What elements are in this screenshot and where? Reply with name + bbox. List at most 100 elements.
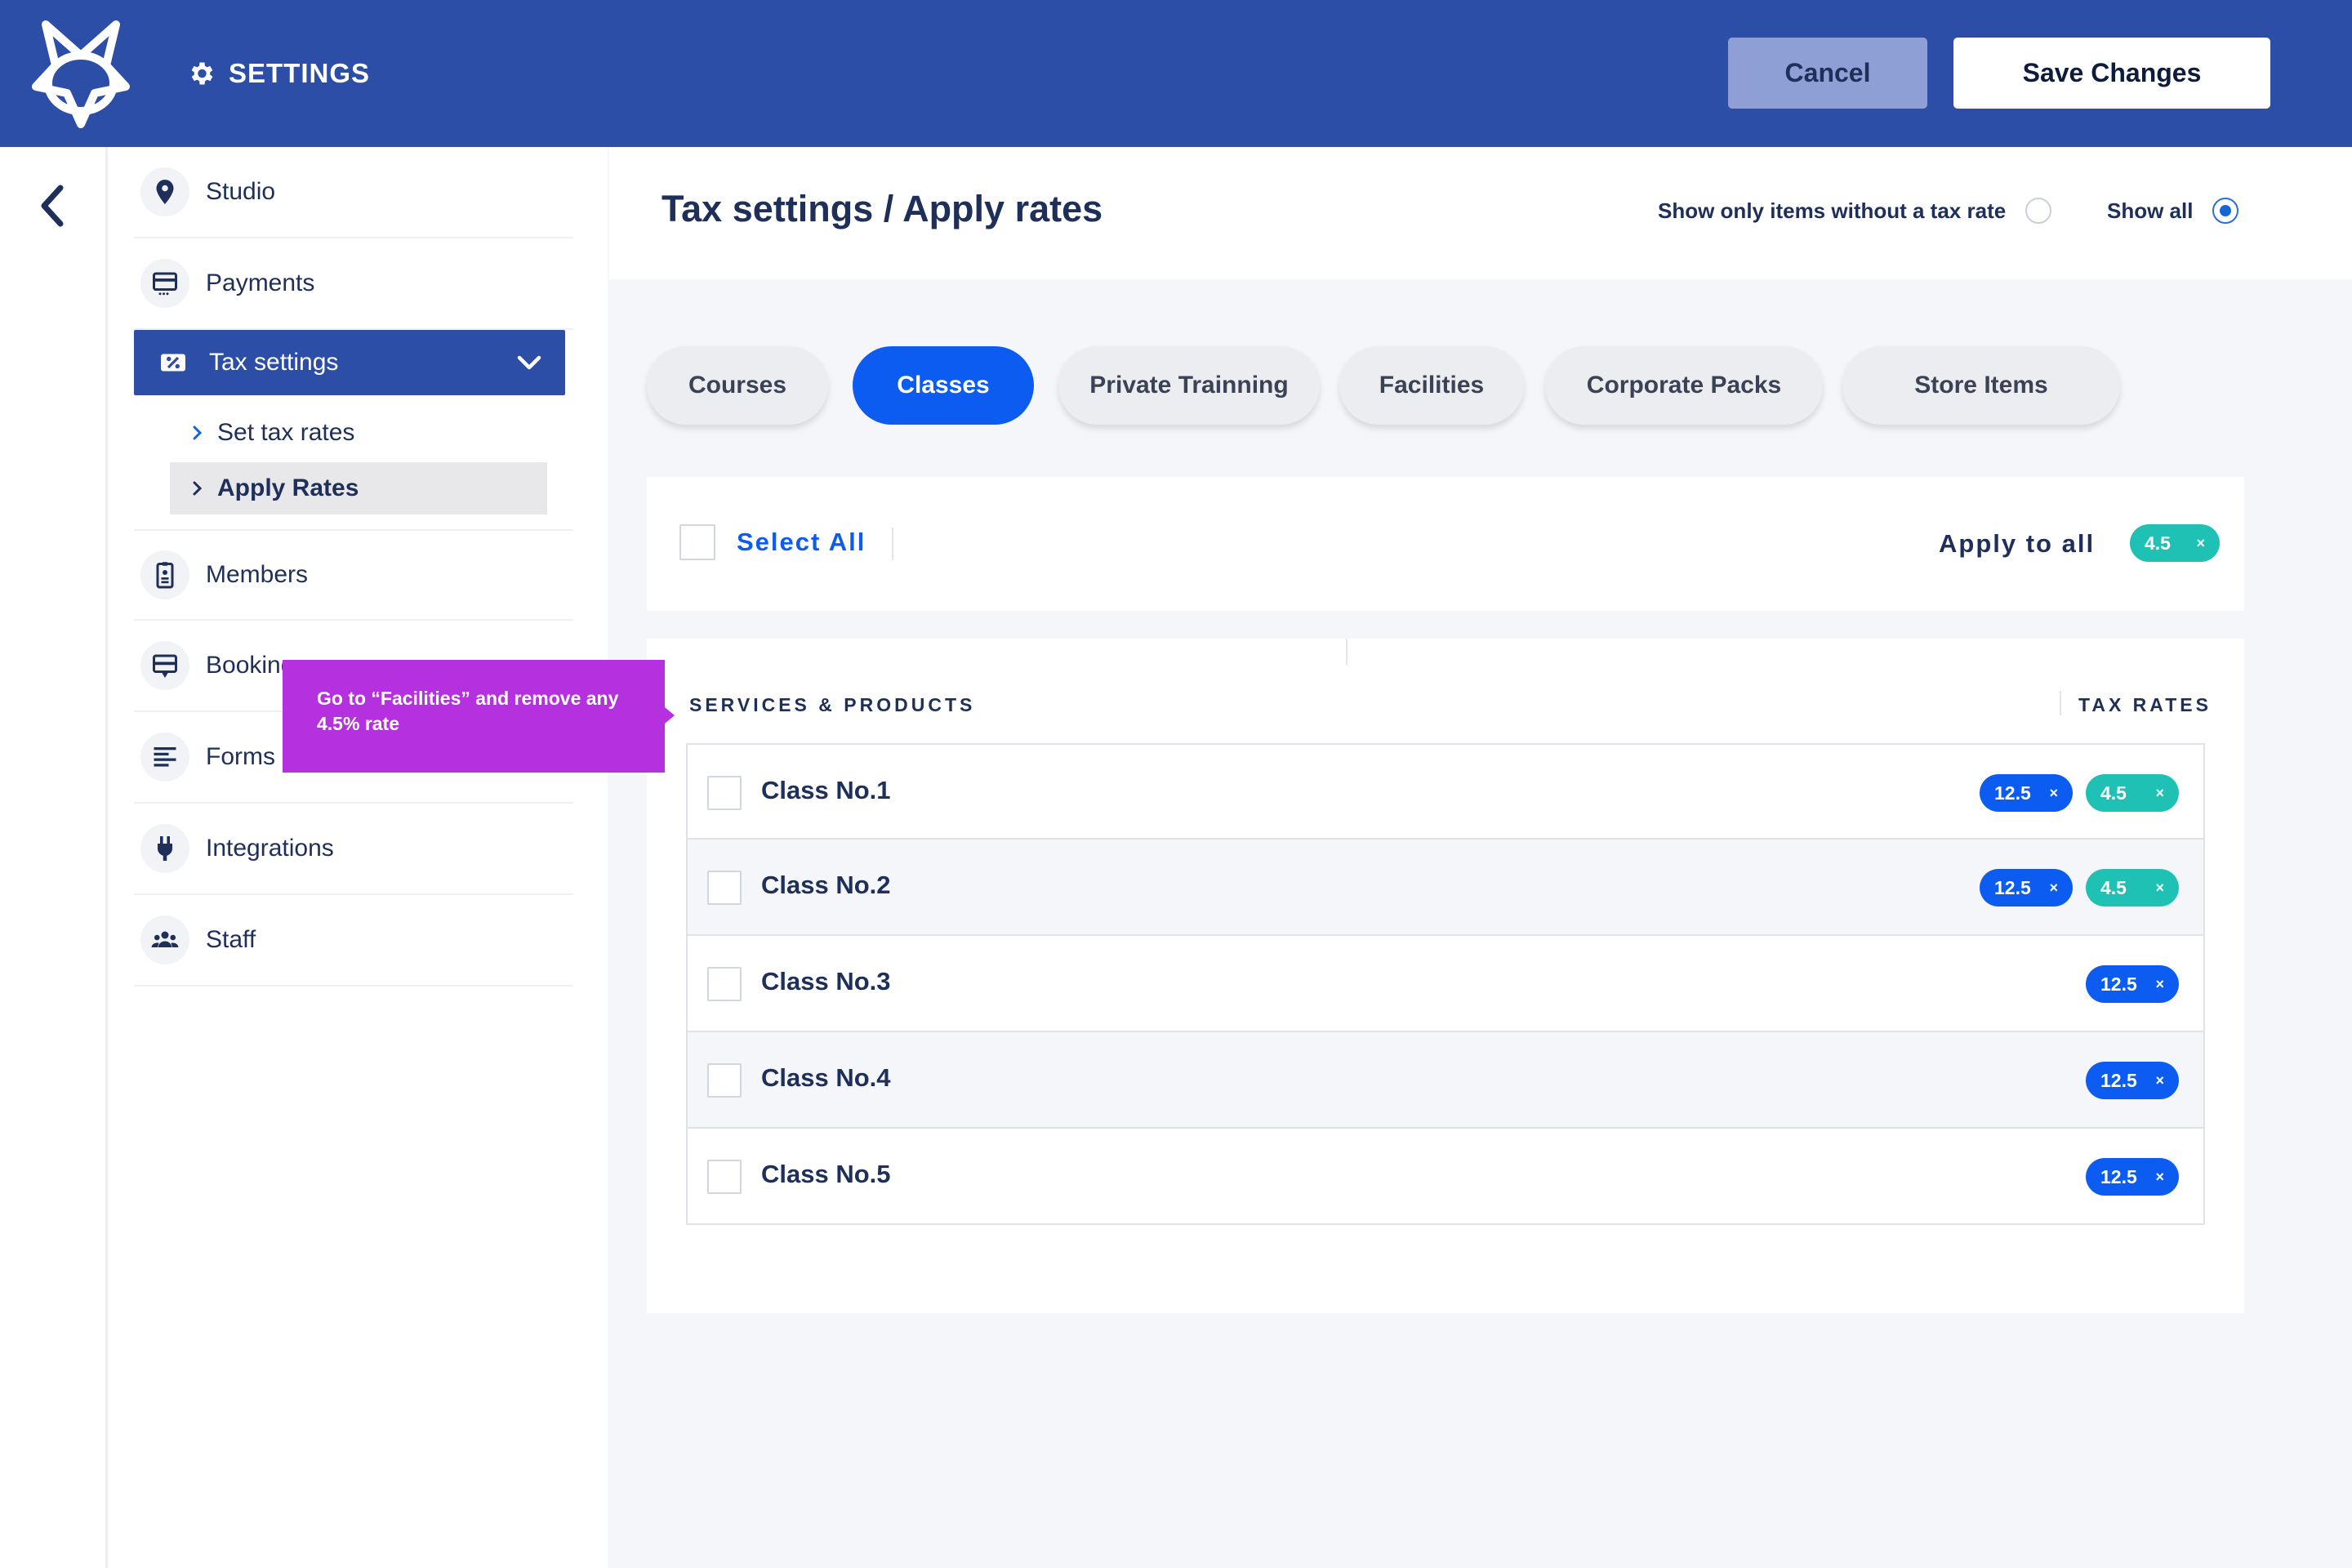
- tab-facilities[interactable]: Facilities: [1339, 346, 1524, 425]
- table-row[interactable]: Class No.3 12.5 ×: [686, 936, 2205, 1032]
- chevron-right-icon: [193, 481, 203, 496]
- left-rail: [0, 147, 108, 1568]
- rate-value: 4.5: [2100, 782, 2127, 804]
- sidebar-item-label: Forms: [206, 743, 275, 770]
- table-row[interactable]: Class No.1 12.5 × 4.5 ×: [686, 743, 2205, 840]
- sidebar-subitem-label: Set tax rates: [217, 419, 355, 446]
- sidebar-item-label: Members: [206, 561, 309, 588]
- remove-icon[interactable]: ×: [2049, 785, 2058, 802]
- filter-label: Show all: [2107, 198, 2194, 223]
- rate-value: 12.5: [2100, 1069, 2137, 1091]
- row-checkbox[interactable]: [707, 871, 742, 905]
- sidebar-item-label: Studio: [206, 178, 276, 205]
- remove-icon[interactable]: ×: [2155, 880, 2164, 897]
- column-header-tax-rates: TAX RATES: [2078, 694, 2212, 715]
- remove-icon[interactable]: ×: [2049, 880, 2058, 897]
- sidebar: Studio Payments Tax settings Set tax rat…: [108, 147, 608, 1568]
- page-header: Tax settings / Apply rates Show only ite…: [609, 147, 2352, 279]
- remove-icon[interactable]: ×: [2155, 976, 2164, 993]
- row-checkbox[interactable]: [707, 967, 742, 1001]
- bulk-actions-card: Select All Apply to all 4.5 ×: [647, 477, 2244, 611]
- lines-icon: [140, 733, 189, 782]
- back-arrow-icon[interactable]: [33, 181, 74, 230]
- remove-icon[interactable]: ×: [2155, 1169, 2164, 1186]
- divider: [1346, 639, 1348, 665]
- row-name: Class No.4: [761, 1063, 891, 1092]
- rate-value: 4.5: [2145, 532, 2171, 554]
- divider: [892, 528, 893, 560]
- sidebar-item-label: Integrations: [206, 835, 334, 862]
- table-row[interactable]: Class No.4 12.5 ×: [686, 1032, 2205, 1129]
- sidebar-subitem-apply-rates[interactable]: Apply Rates: [170, 462, 547, 514]
- rate-value: 4.5: [2100, 876, 2127, 898]
- settings-title: SETTINGS: [186, 54, 370, 93]
- credit-card-icon: [140, 259, 189, 308]
- row-checkbox[interactable]: [707, 776, 742, 810]
- apply-all-rate-chip[interactable]: 4.5 ×: [2130, 524, 2220, 562]
- sidebar-item-payments[interactable]: Payments: [134, 238, 573, 330]
- tax-rate-chip[interactable]: 12.5 ×: [2086, 965, 2179, 1003]
- tax-rate-chip[interactable]: 12.5 ×: [2086, 1158, 2179, 1196]
- tax-rate-chip[interactable]: 12.5 ×: [2086, 1062, 2179, 1099]
- radio-without-tax-rate[interactable]: [2025, 198, 2052, 224]
- filter-label: Show only items without a tax rate: [1658, 198, 2007, 223]
- cancel-button[interactable]: Cancel: [1728, 38, 1927, 109]
- divider: [2060, 691, 2061, 715]
- sidebar-item-members[interactable]: Members: [134, 529, 573, 621]
- filter-without-tax-rate[interactable]: Show only items without a tax rate: [1658, 198, 2052, 224]
- rate-value: 12.5: [2100, 1165, 2137, 1187]
- rate-value: 12.5: [2100, 973, 2137, 995]
- table-row[interactable]: Class No.2 12.5 × 4.5 ×: [686, 840, 2205, 936]
- page-title: Tax settings / Apply rates: [662, 188, 1103, 229]
- column-header-services: SERVICES & PRODUCTS: [689, 694, 976, 715]
- row-name: Class No.5: [761, 1160, 891, 1188]
- sidebar-item-staff[interactable]: Staff: [134, 895, 573, 987]
- tax-rate-chip[interactable]: 4.5 ×: [2086, 869, 2179, 906]
- row-name: Class No.3: [761, 967, 891, 996]
- tab-courses[interactable]: Courses: [647, 346, 828, 425]
- chevron-right-icon: [193, 425, 203, 440]
- remove-icon[interactable]: ×: [2155, 785, 2164, 802]
- sidebar-item-label: Payments: [206, 270, 315, 296]
- tab-store-items[interactable]: Store Items: [1842, 346, 2120, 425]
- people-icon: [140, 915, 189, 964]
- sidebar-item-label: Staff: [206, 926, 256, 953]
- tax-rate-chip[interactable]: 12.5 ×: [1980, 774, 2073, 812]
- select-all-checkbox[interactable]: [679, 524, 715, 560]
- sidebar-item-integrations[interactable]: Integrations: [134, 804, 573, 895]
- row-checkbox[interactable]: [707, 1063, 742, 1098]
- tab-classes[interactable]: Classes: [853, 346, 1034, 425]
- sidebar-item-studio[interactable]: Studio: [134, 147, 573, 238]
- filter-show-all[interactable]: Show all: [2107, 198, 2239, 224]
- row-checkbox[interactable]: [707, 1160, 742, 1194]
- row-name: Class No.1: [761, 776, 891, 804]
- table-row[interactable]: Class No.5 12.5 ×: [686, 1129, 2205, 1225]
- sidebar-subitem-set-tax-rates[interactable]: Set tax rates: [170, 407, 547, 459]
- top-bar: SETTINGS Cancel Save Changes: [0, 0, 2352, 147]
- remove-icon[interactable]: ×: [2155, 1072, 2164, 1089]
- settings-title-text: SETTINGS: [229, 58, 371, 88]
- radio-show-all[interactable]: [2212, 198, 2239, 224]
- save-changes-button[interactable]: Save Changes: [1953, 38, 2270, 109]
- remove-icon[interactable]: ×: [2196, 535, 2205, 552]
- tab-private-trainning[interactable]: Private Trainning: [1058, 346, 1320, 425]
- select-all-label[interactable]: Select All: [737, 528, 866, 557]
- instruction-tooltip: Go to “Facilities” and remove any 4.5% r…: [283, 660, 675, 773]
- sidebar-item-label: Tax settings: [209, 349, 339, 376]
- chevron-down-icon[interactable]: [516, 351, 542, 374]
- tab-corporate-packs[interactable]: Corporate Packs: [1545, 346, 1823, 425]
- percent-tag-icon: [149, 338, 198, 387]
- brand-logo-icon[interactable]: [28, 18, 134, 129]
- apply-to-all-label: Apply to all: [1939, 529, 2096, 558]
- plug-icon: [140, 824, 189, 873]
- row-name: Class No.2: [761, 871, 891, 899]
- booking-icon: [140, 641, 189, 690]
- rate-value: 12.5: [1994, 782, 2031, 804]
- id-badge-icon: [140, 550, 189, 599]
- items-table: SERVICES & PRODUCTS TAX RATES Class No.1…: [647, 639, 2244, 1313]
- tax-rate-chip[interactable]: 4.5 ×: [2086, 774, 2179, 812]
- location-pin-icon: [140, 167, 189, 216]
- tax-rate-chip[interactable]: 12.5 ×: [1980, 869, 2073, 906]
- sidebar-item-tax-settings[interactable]: Tax settings: [134, 330, 565, 395]
- rate-value: 12.5: [1994, 876, 2031, 898]
